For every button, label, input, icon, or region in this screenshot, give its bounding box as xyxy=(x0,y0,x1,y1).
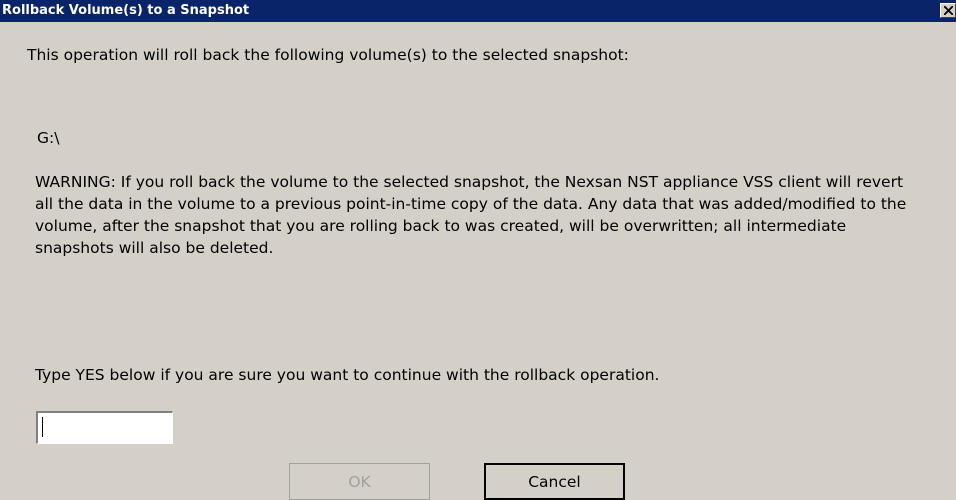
confirm-prompt: Type YES below if you are sure you want … xyxy=(35,366,660,384)
close-button[interactable] xyxy=(940,3,956,18)
title-bar[interactable]: Rollback Volume(s) to a Snapshot xyxy=(0,0,956,22)
window-title: Rollback Volume(s) to a Snapshot xyxy=(2,3,250,18)
confirm-input[interactable] xyxy=(36,411,173,444)
intro-text: This operation will roll back the follow… xyxy=(27,46,629,64)
close-icon xyxy=(944,6,953,15)
ok-button[interactable]: OK xyxy=(289,463,430,500)
text-caret xyxy=(42,417,43,437)
volume-path: G:\ xyxy=(37,129,60,147)
rollback-dialog: Rollback Volume(s) to a Snapshot This op… xyxy=(0,0,956,500)
dialog-body: This operation will roll back the follow… xyxy=(0,22,956,500)
cancel-button[interactable]: Cancel xyxy=(484,463,625,500)
warning-text: WARNING: If you roll back the volume to … xyxy=(35,173,907,257)
